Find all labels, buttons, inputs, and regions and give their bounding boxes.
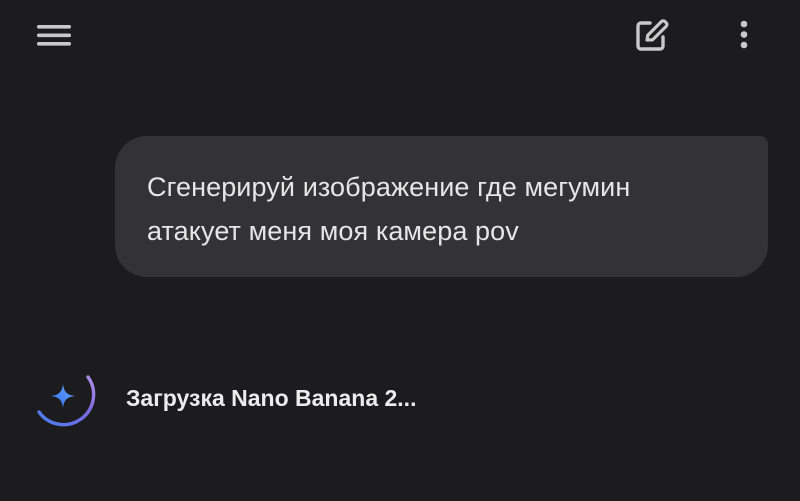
top-app-bar [0,0,800,70]
hamburger-menu-icon [37,25,71,46]
user-message-line-2: атакует меня моя камера pov [147,216,519,246]
gemini-spark-icon [30,370,98,428]
assistant-response: Загрузка Nano Banana 2... [30,370,770,430]
menu-button[interactable] [32,16,80,56]
edit-square-icon [636,19,669,51]
loading-status-text: Загрузка Nano Banana 2... [126,385,417,411]
more-options-button[interactable] [728,12,760,58]
more-vertical-icon [740,20,748,49]
new-chat-button[interactable] [628,12,674,58]
user-message-line-1: Сгенерируй изображение где мегумин [147,172,631,202]
user-message-bubble[interactable]: Сгенерируй изображение где мегумин атаку… [115,136,768,277]
